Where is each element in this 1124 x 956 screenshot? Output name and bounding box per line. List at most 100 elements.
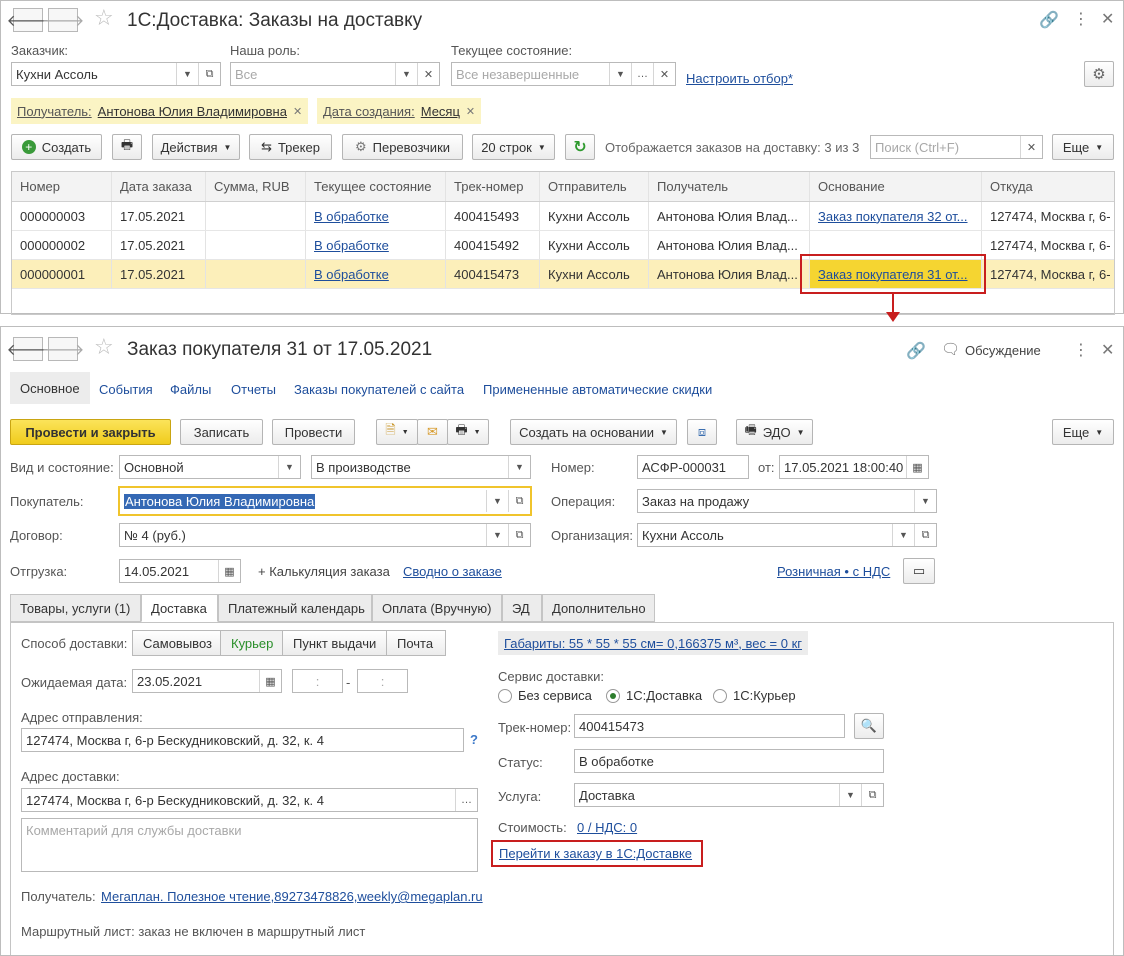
print-button[interactable]: 🖶: [112, 134, 142, 160]
nav-main[interactable]: Основное: [10, 372, 90, 404]
remove-chip-icon[interactable]: ✕: [293, 105, 302, 118]
sender-address-field[interactable]: 127474, Москва г, 6-р Бескудниковский, д…: [21, 728, 464, 752]
chevron-down-icon[interactable]: ▼: [395, 63, 417, 85]
organization-field[interactable]: Кухни Ассоль ▼ ⧉: [637, 523, 937, 547]
calendar-icon[interactable]: ▦: [218, 560, 240, 582]
clear-icon[interactable]: ✕: [1020, 136, 1042, 158]
open-icon[interactable]: ⧉: [508, 490, 530, 512]
created-date-chip[interactable]: Дата создания: Месяц ✕: [317, 98, 482, 124]
help-icon[interactable]: ?: [470, 732, 478, 747]
actions-button[interactable]: Действия ▼: [152, 134, 240, 160]
settings-button[interactable]: ⚙: [1084, 61, 1114, 87]
method-pickup[interactable]: Самовывоз: [132, 630, 221, 656]
more-button[interactable]: Еще ▼: [1052, 419, 1114, 445]
radio-no-service[interactable]: Без сервиса: [498, 688, 592, 703]
time-from-field[interactable]: :: [292, 669, 343, 693]
post-button[interactable]: Провести: [272, 419, 355, 445]
track-search-button[interactable]: 🔍: [854, 713, 884, 739]
tab-additional[interactable]: Дополнительно: [542, 594, 655, 622]
method-post[interactable]: Почта: [386, 630, 446, 656]
discussion-label[interactable]: Обсуждение: [965, 343, 1041, 358]
calculation-toggle[interactable]: + Калькуляция заказа: [258, 564, 390, 579]
discussion-icon[interactable]: 🗨: [941, 340, 960, 358]
tab-delivery[interactable]: Доставка: [141, 594, 218, 622]
column-header[interactable]: Откуда: [982, 172, 1114, 201]
service-type-field[interactable]: Доставка ▼ ⧉: [574, 783, 884, 807]
chevron-down-icon[interactable]: ▼: [892, 524, 914, 546]
buyer-field[interactable]: Антонова Юлия Владимировна ▼ ⧉: [119, 487, 531, 515]
search-input[interactable]: Поиск (Ctrl+F) ✕: [870, 135, 1043, 159]
calendar-icon[interactable]: ▦: [259, 670, 281, 692]
state-link[interactable]: В обработке: [314, 267, 389, 282]
chevron-down-icon[interactable]: ▼: [508, 456, 530, 478]
tab-ed[interactable]: ЭД: [502, 594, 542, 622]
menu-dots-icon[interactable]: ⋮: [1073, 340, 1089, 360]
column-header[interactable]: Трек-номер: [446, 172, 540, 201]
clear-icon[interactable]: ✕: [653, 63, 675, 85]
carriers-button[interactable]: ⚙ Перевозчики: [342, 134, 463, 160]
post-and-close-button[interactable]: Провести и закрыть: [10, 419, 171, 445]
order-date-field[interactable]: 17.05.2021 18:00:40 ▦: [779, 455, 929, 479]
open-icon[interactable]: ⧉: [914, 524, 936, 546]
kind-field[interactable]: Основной ▼: [119, 455, 301, 479]
favorite-star-icon[interactable]: ☆: [94, 5, 114, 31]
radio-1c-courier[interactable]: 1С:Курьер: [713, 688, 796, 703]
column-header[interactable]: Сумма, RUB: [206, 172, 306, 201]
customer-field[interactable]: Кухни Ассоль ▼ ⧉: [11, 62, 221, 86]
more-button[interactable]: Еще ▼: [1052, 134, 1114, 160]
track-number-field[interactable]: 400415473: [574, 714, 845, 738]
email-button[interactable]: ✉: [417, 419, 448, 445]
time-to-field[interactable]: :: [357, 669, 408, 693]
column-header[interactable]: Текущее состояние: [306, 172, 446, 201]
number-field[interactable]: АСФР-000031: [637, 455, 749, 479]
cost-link[interactable]: 0 / НДС: 0: [577, 820, 637, 835]
calendar-icon[interactable]: ▦: [906, 456, 928, 478]
remove-chip-icon[interactable]: ✕: [466, 105, 475, 118]
contract-field[interactable]: № 4 (руб.) ▼ ⧉: [119, 523, 531, 547]
close-icon[interactable]: ✕: [1101, 340, 1114, 360]
order-summary-link[interactable]: Сводно о заказе: [403, 564, 502, 579]
chevron-down-icon[interactable]: ▼: [278, 456, 300, 478]
state-link[interactable]: В обработке: [314, 209, 389, 224]
column-header[interactable]: Номер: [12, 172, 112, 201]
state-link[interactable]: В обработке: [314, 238, 389, 253]
structure-button[interactable]: ⧈: [687, 419, 717, 445]
create-based-on-button[interactable]: Создать на основании ▼: [510, 419, 677, 445]
favorite-star-icon[interactable]: ☆: [94, 334, 114, 360]
nav-auto-discounts[interactable]: Примененные автоматические скидки: [483, 382, 712, 397]
tab-payment[interactable]: Оплата (Вручную): [372, 594, 502, 622]
chevron-down-icon[interactable]: ▼: [609, 63, 631, 85]
attach-file-button[interactable]: 🗎 ▼: [376, 419, 418, 445]
dimensions-link[interactable]: Габариты: 55 * 55 * 55 см= 0,166375 м³, …: [504, 636, 802, 651]
method-courier[interactable]: Курьер: [220, 630, 283, 656]
ellipsis-icon[interactable]: …: [455, 789, 477, 811]
tab-payment-calendar[interactable]: Платежный календарь: [218, 594, 372, 622]
open-icon[interactable]: ⧉: [508, 524, 530, 546]
state-field[interactable]: Все незавершенные ▼ … ✕: [451, 62, 676, 86]
column-header[interactable]: Отправитель: [540, 172, 649, 201]
column-header[interactable]: Основание: [810, 172, 982, 201]
goto-1c-delivery-link[interactable]: Перейти к заказу в 1С:Доставке: [499, 846, 692, 861]
print-button[interactable]: 🖶 ▼: [447, 419, 489, 445]
clear-icon[interactable]: ✕: [417, 63, 439, 85]
expected-date-field[interactable]: 23.05.2021 ▦: [132, 669, 282, 693]
shipment-date-field[interactable]: 14.05.2021 ▦: [119, 559, 241, 583]
refresh-button[interactable]: ↻: [565, 134, 595, 160]
radio-1c-delivery[interactable]: 1С:Доставка: [606, 688, 702, 703]
open-icon[interactable]: ⧉: [861, 784, 883, 806]
nav-events[interactable]: События: [99, 382, 153, 397]
chevron-down-icon[interactable]: ▼: [176, 63, 198, 85]
recipient-link[interactable]: Мегаплан. Полезное чтение,89273478826,we…: [101, 889, 483, 904]
forward-button[interactable]: 🡒: [42, 337, 84, 361]
tracker-button[interactable]: ⇆ Трекер: [249, 134, 332, 160]
back-button[interactable]: 🡐: [7, 8, 49, 32]
forward-button[interactable]: 🡒: [42, 8, 84, 32]
nav-files[interactable]: Файлы: [170, 382, 211, 397]
column-header[interactable]: Получатель: [649, 172, 810, 201]
column-header[interactable]: Дата заказа: [112, 172, 206, 201]
link-icon[interactable]: 🔗: [906, 341, 926, 361]
chevron-down-icon[interactable]: ▼: [486, 524, 508, 546]
delivery-address-field[interactable]: 127474, Москва г, 6-р Бескудниковский, д…: [21, 788, 478, 812]
nav-reports[interactable]: Отчеты: [231, 382, 276, 397]
tab-goods[interactable]: Товары, услуги (1): [10, 594, 141, 622]
